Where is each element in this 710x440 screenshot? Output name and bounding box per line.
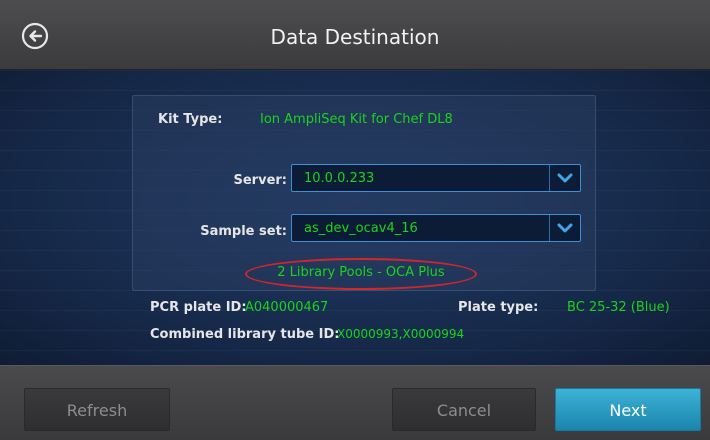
library-pools-callout: 2 Library Pools - OCA Plus	[245, 258, 477, 290]
pcr-plate-id-label: PCR plate ID:	[150, 300, 247, 315]
pcr-plate-id-value: A040000467	[245, 300, 329, 315]
plate-type-label: Plate type:	[458, 300, 539, 315]
destination-panel: Kit Type: Ion AmpliSeq Kit for Chef DL8 …	[132, 95, 596, 291]
server-selected-value: 10.0.0.233	[304, 171, 375, 186]
plate-type-value: BC 25-32 (Blue)	[567, 300, 670, 315]
combined-library-tube-id-value: X0000993,X0000994	[337, 327, 465, 341]
footer-bar: Refresh Cancel Next	[0, 365, 710, 440]
chevron-down-icon	[557, 173, 573, 183]
kit-type-label: Kit Type:	[158, 112, 223, 127]
next-button[interactable]: Next	[555, 388, 701, 431]
chevron-down-icon	[557, 223, 573, 233]
server-select[interactable]: 10.0.0.233	[291, 164, 581, 192]
server-dropdown-toggle[interactable]	[549, 165, 580, 191]
data-destination-screen: Data Destination Kit Type: Ion AmpliSeq …	[0, 0, 710, 440]
sample-set-select[interactable]: as_dev_ocav4_16	[291, 214, 581, 242]
library-pools-text: 2 Library Pools - OCA Plus	[277, 265, 445, 280]
main-content: Kit Type: Ion AmpliSeq Kit for Chef DL8 …	[0, 70, 710, 365]
sample-set-label: Sample set:	[200, 224, 287, 239]
kit-type-value: Ion AmpliSeq Kit for Chef DL8	[260, 112, 453, 127]
cancel-button[interactable]: Cancel	[392, 388, 536, 431]
server-label: Server:	[233, 173, 288, 188]
header-bar: Data Destination	[0, 0, 710, 70]
refresh-button[interactable]: Refresh	[24, 388, 170, 431]
sample-set-selected-value: as_dev_ocav4_16	[304, 221, 418, 236]
combined-library-tube-id-label: Combined library tube ID:	[150, 327, 340, 342]
sample-set-dropdown-toggle[interactable]	[549, 215, 580, 241]
